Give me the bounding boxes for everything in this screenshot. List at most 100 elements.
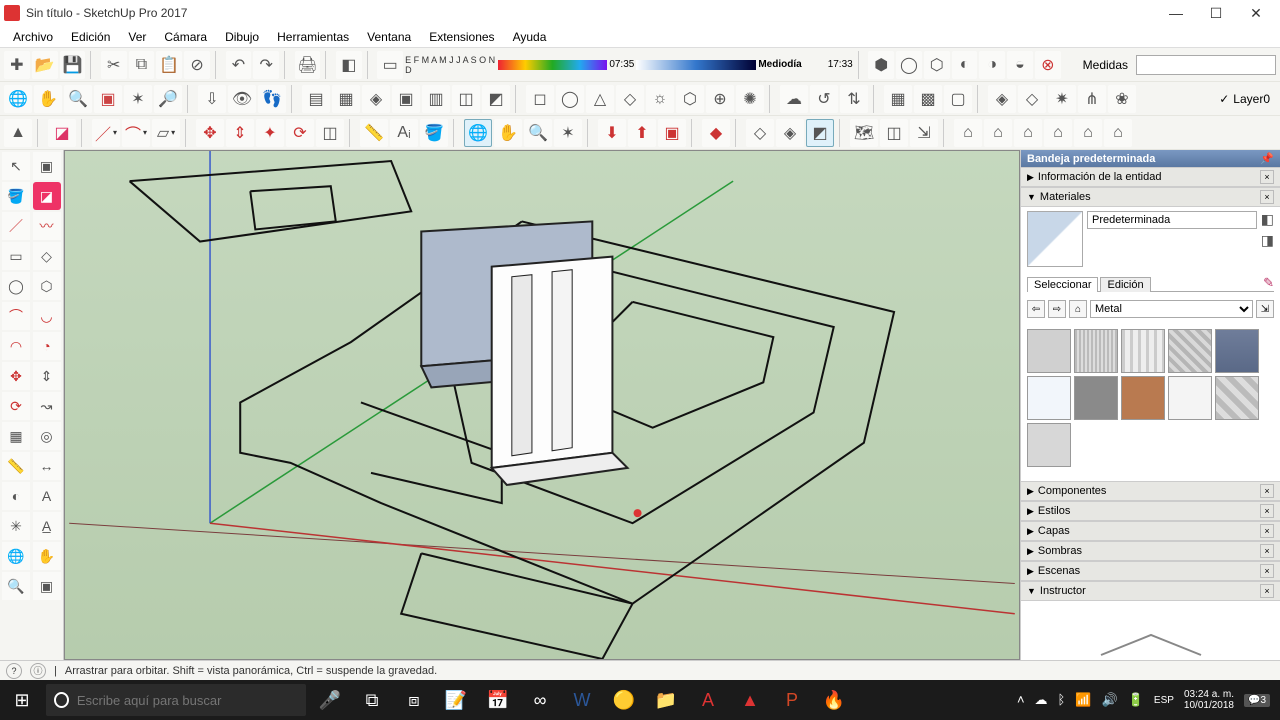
mic-icon[interactable]: 🎤	[310, 680, 350, 720]
panel-instructor[interactable]: ▼ Instructor ×	[1021, 581, 1280, 601]
orbit-tool-button[interactable]: 🌐	[464, 119, 492, 147]
scale-left-button[interactable]: ▦	[2, 422, 30, 450]
shadow-toggle-button[interactable]: ▭	[377, 51, 403, 79]
text-left-button[interactable]: A	[33, 482, 61, 510]
notifications-button[interactable]: 💬3	[1244, 694, 1270, 707]
backedges-button[interactable]: ◇	[1018, 85, 1046, 113]
followme-left-button[interactable]: ↝	[33, 392, 61, 420]
pin-icon[interactable]: 📌	[1260, 152, 1274, 165]
redo-button[interactable]: ↷	[253, 51, 279, 79]
trimble-project-button[interactable]: ⇅	[840, 85, 868, 113]
sandbox-contours-button[interactable]: ▤	[302, 85, 330, 113]
tray-cloud-icon[interactable]: ☁	[1035, 693, 1048, 707]
view-iso-button[interactable]: ◇	[746, 119, 774, 147]
taskbar-search-input[interactable]	[77, 693, 298, 708]
material-swatch[interactable]	[1027, 376, 1071, 420]
panel-close-button[interactable]: ×	[1260, 484, 1274, 498]
create-material-icon[interactable]: ◧	[1261, 211, 1274, 228]
profiles-button[interactable]: ⋔	[1078, 85, 1106, 113]
zoom-button[interactable]: 🔍	[64, 85, 92, 113]
move-tool-button[interactable]: ✥	[196, 119, 224, 147]
copy-button[interactable]: ⧉	[129, 51, 155, 79]
circle-left-button[interactable]: ◯	[2, 272, 30, 300]
panel-close-button[interactable]: ×	[1260, 584, 1274, 598]
nav-fwd-button[interactable]: ⇨	[1048, 300, 1066, 318]
tray-title[interactable]: Bandeja predeterminada 📌	[1021, 150, 1280, 167]
maximize-button[interactable]: ☐	[1196, 0, 1236, 26]
rotate-tool-button[interactable]: ✦	[256, 119, 284, 147]
orbit-left-button[interactable]: 🌐	[2, 542, 30, 570]
shadow-time-slider[interactable]	[636, 60, 756, 70]
material-swatch[interactable]	[1121, 329, 1165, 373]
minimize-button[interactable]: —	[1156, 0, 1196, 26]
layers-selector[interactable]: ✓ Layer0	[1213, 92, 1276, 106]
geo-location-button[interactable]: 🗺	[850, 119, 878, 147]
move-left-button[interactable]: ✥	[2, 362, 30, 390]
viewport-3d[interactable]	[64, 150, 1020, 660]
rotated-rect-button[interactable]: ◇	[33, 242, 61, 270]
panel-close-button[interactable]: ×	[1260, 544, 1274, 558]
tray-vol-icon[interactable]: 🔊	[1102, 693, 1118, 707]
paint-bucket-button[interactable]: 🪣	[2, 182, 30, 210]
pan-left-button[interactable]: ✋	[33, 542, 61, 570]
erase-button[interactable]: ⊘	[184, 51, 210, 79]
material-swatch[interactable]	[1168, 329, 1212, 373]
house-view4-button[interactable]: ⌂	[1044, 119, 1072, 147]
taskbar-app-word[interactable]: W	[562, 680, 602, 720]
material-preview-swatch[interactable]	[1027, 211, 1083, 267]
panel-scenes[interactable]: ▶ Escenas ×	[1021, 561, 1280, 581]
solid-outer-button[interactable]: ◒	[1007, 51, 1033, 79]
menu-dibujo[interactable]: Dibujo	[216, 28, 268, 46]
panel-close-button[interactable]: ×	[1260, 170, 1274, 184]
tray-up-icon[interactable]: ˄	[1017, 693, 1025, 707]
pan-button[interactable]: ✋	[34, 85, 62, 113]
house-view1-button[interactable]: ⌂	[954, 119, 982, 147]
polygon-left-button[interactable]: ⬡	[33, 272, 61, 300]
material-swatch[interactable]	[1074, 376, 1118, 420]
tray-wifi-icon[interactable]: 📶	[1075, 693, 1091, 707]
close-button[interactable]: ✕	[1236, 0, 1276, 26]
material-cube-icon[interactable]: ◨	[1261, 232, 1274, 249]
open-button[interactable]: 📂	[32, 51, 58, 79]
taskbar-app-chrome[interactable]: 🟡	[604, 680, 644, 720]
material-swatch[interactable]	[1074, 329, 1118, 373]
cut-button[interactable]: ✂	[101, 51, 127, 79]
sandbox-stamp-button[interactable]: ▣	[392, 85, 420, 113]
material-swatch[interactable]	[1121, 376, 1165, 420]
menu-archivo[interactable]: Archivo	[4, 28, 62, 46]
pushpull-left-button[interactable]: ⇕	[33, 362, 61, 390]
geo-status-icon[interactable]: ?	[6, 663, 22, 679]
view-top-button[interactable]: ◈	[776, 119, 804, 147]
protractor-left-button[interactable]: ◐	[2, 482, 30, 510]
paint-tool-button[interactable]: 🪣	[420, 119, 448, 147]
view-front-button[interactable]: ◩	[806, 119, 834, 147]
style-shaded-button[interactable]: △	[586, 85, 614, 113]
scale-tool-button[interactable]: ⟳	[286, 119, 314, 147]
pan-tool-button[interactable]: ✋	[494, 119, 522, 147]
task-view-button[interactable]: ⧉	[352, 680, 392, 720]
extension-warehouse-button[interactable]: ▣	[658, 119, 686, 147]
solid-intersect-button[interactable]: ◯	[896, 51, 922, 79]
offset-tool-button[interactable]: ◫	[316, 119, 344, 147]
material-swatch[interactable]	[1027, 329, 1071, 373]
taskbar-clock[interactable]: 03:24 a. m. 10/01/2018	[1184, 689, 1234, 711]
tape-left-button[interactable]: 📏	[2, 452, 30, 480]
panel-entity-info[interactable]: ▶ Información de la entidad ×	[1021, 167, 1280, 187]
material-swatch[interactable]	[1168, 376, 1212, 420]
material-swatch[interactable]	[1027, 423, 1071, 467]
section-display-button[interactable]: ▩	[914, 85, 942, 113]
pushpull-tool-button[interactable]: ⇕	[226, 119, 254, 147]
taskbar-app-notepad[interactable]: 📝	[436, 680, 476, 720]
sandbox-drape-button[interactable]: ▥	[422, 85, 450, 113]
panel-close-button[interactable]: ×	[1260, 190, 1274, 204]
style-mono-button[interactable]: ☼	[646, 85, 674, 113]
taskbar-app-calendar[interactable]: 📅	[478, 680, 518, 720]
material-name-input[interactable]	[1087, 211, 1257, 229]
select-tool-button[interactable]: ▲	[4, 119, 32, 147]
taskbar-app-flame[interactable]: 🔥	[814, 680, 854, 720]
paste-button[interactable]: 📋	[156, 51, 182, 79]
eraser-left-button[interactable]: ◪	[33, 182, 61, 210]
rotate-left-button[interactable]: ⟳	[2, 392, 30, 420]
menu-ventana[interactable]: Ventana	[358, 28, 420, 46]
tray-lang[interactable]: ESP	[1154, 695, 1174, 706]
